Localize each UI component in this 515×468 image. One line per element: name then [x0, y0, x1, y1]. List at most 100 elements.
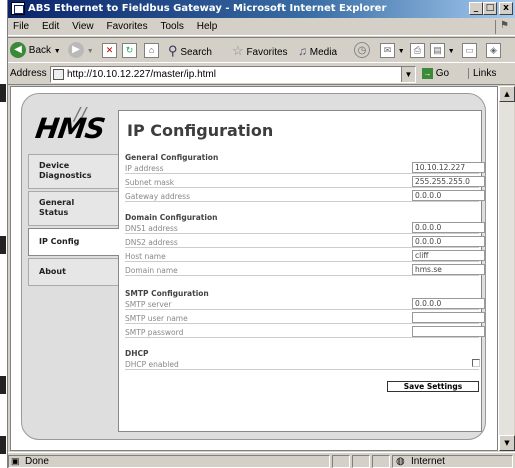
nav-general-status[interactable]: General Status [28, 191, 118, 226]
dns2-input[interactable]: 0.0.0.0 [412, 236, 485, 247]
status-bar: ▣ Done ◍ Internet [8, 452, 515, 468]
ip-address-input[interactable]: 10.10.12.227 [412, 162, 485, 173]
smtp-password-label: SMTP password [125, 328, 184, 337]
go-button[interactable]: → Go [422, 68, 449, 79]
discuss-icon: ▭ [462, 42, 477, 58]
menu-view[interactable]: View [67, 19, 99, 32]
address-url: http://10.10.12.227/master/ip.html [67, 69, 216, 80]
subnet-mask-input[interactable]: 255.255.255.0 [412, 176, 485, 187]
vertical-scrollbar[interactable]: ▲ ▼ [498, 86, 515, 451]
domain-name-label: Domain name [125, 266, 178, 275]
links-label: Links [473, 68, 497, 79]
nav-device-diagnostics[interactable]: Device Diagnostics [28, 154, 118, 189]
dns1-input[interactable]: 0.0.0.0 [412, 222, 485, 233]
forward-dropdown-icon[interactable]: ▼ [87, 48, 94, 55]
general-config-heading: General Configuration [125, 153, 219, 162]
page-content: // HMS Device Diagnostics General Status… [10, 86, 498, 451]
search-label: Search [180, 47, 212, 58]
mail-button[interactable]: ✉ ▼ [380, 42, 405, 60]
nav-sidebar: Device Diagnostics General Status IP Con… [28, 154, 119, 288]
status-panel-3 [372, 455, 390, 468]
print-icon: ⎙ [410, 42, 425, 58]
config-form: IP Configuration General Configuration I… [118, 110, 485, 432]
domain-name-input[interactable]: hms.se [412, 264, 485, 275]
gateway-panel: // HMS Device Diagnostics General Status… [21, 93, 486, 440]
forward-arrow-icon: ▶ [68, 42, 84, 59]
favorites-button[interactable]: ☆ Favorites [232, 42, 288, 60]
go-label: Go [435, 68, 450, 79]
history-icon: ◷ [354, 42, 370, 59]
home-icon: ⌂ [144, 42, 159, 58]
messenger-icon: ◈ [486, 42, 501, 58]
menu-file[interactable]: File [8, 19, 34, 32]
refresh-button[interactable]: ↻ [122, 42, 137, 60]
title-bar[interactable]: ABS Ethernet to Fieldbus Gateway - Micro… [8, 0, 515, 18]
edit-dropdown-icon[interactable]: ▼ [448, 48, 455, 55]
media-button[interactable]: ♫ Media [298, 42, 337, 60]
mail-icon: ✉ [380, 42, 395, 58]
domain-name-row: Domain name hms.se [125, 264, 485, 276]
mail-dropdown-icon[interactable]: ▼ [398, 48, 405, 55]
address-dropdown-icon[interactable]: ▼ [401, 67, 415, 82]
menu-favorites[interactable]: Favorites [101, 19, 152, 32]
menu-bar: File Edit View Favorites Tools Help ⚑ [8, 19, 515, 36]
smtp-password-row: SMTP password [125, 326, 485, 338]
ip-address-label: IP address [125, 164, 164, 173]
search-button[interactable]: ⚲ Search [168, 42, 212, 60]
save-settings-button[interactable]: Save Settings [387, 381, 479, 392]
go-arrow-icon: → [422, 68, 433, 79]
ie-window-icon[interactable] [11, 2, 25, 15]
media-icon: ♫ [298, 44, 307, 58]
host-name-label: Host name [125, 252, 166, 261]
status-panel-1 [332, 455, 350, 468]
smtp-user-row: SMTP user name [125, 312, 485, 324]
smtp-server-label: SMTP server [125, 300, 172, 309]
smtp-user-label: SMTP user name [125, 314, 188, 323]
back-label: Back [28, 45, 52, 56]
links-button[interactable]: Links [468, 68, 496, 79]
subnet-mask-row: Subnet mask 255.255.255.0 [125, 176, 485, 188]
favorites-star-icon: ☆ [232, 43, 244, 58]
nav-ip-config[interactable]: IP Config [28, 228, 119, 256]
back-button[interactable]: ◀ Back ▼ [10, 42, 61, 60]
print-button[interactable]: ⎙ [410, 42, 425, 60]
desktop-edge [0, 0, 8, 468]
home-button[interactable]: ⌂ [144, 42, 159, 60]
minimize-button[interactable]: _ [469, 2, 483, 15]
search-icon: ⚲ [168, 43, 178, 58]
stop-button[interactable]: ✕ [102, 42, 117, 60]
forward-button[interactable]: ▶ ▼ [68, 42, 94, 60]
menu-edit[interactable]: Edit [37, 19, 64, 32]
dns1-row: DNS1 address 0.0.0.0 [125, 222, 485, 234]
menu-help[interactable]: Help [192, 19, 223, 32]
edit-button[interactable]: ▤ ▼ [430, 42, 455, 60]
messenger-button[interactable]: ◈ [486, 42, 501, 60]
menu-tools[interactable]: Tools [155, 19, 188, 32]
smtp-password-input[interactable] [412, 326, 485, 337]
nav-about[interactable]: About [28, 258, 118, 286]
dns1-label: DNS1 address [125, 224, 178, 233]
back-dropdown-icon[interactable]: ▼ [54, 48, 61, 55]
scroll-down-icon[interactable]: ▼ [499, 435, 515, 451]
dns2-label: DNS2 address [125, 238, 178, 247]
smtp-user-input[interactable] [412, 312, 485, 323]
dhcp-enabled-checkbox[interactable] [472, 359, 480, 367]
logo-text: HMS [33, 112, 107, 145]
scroll-up-icon[interactable]: ▲ [499, 86, 515, 102]
address-label: Address [10, 68, 47, 79]
status-text: Done [25, 456, 49, 467]
page-icon [53, 69, 64, 80]
history-button[interactable]: ◷ [354, 42, 370, 60]
refresh-icon: ↻ [122, 42, 137, 58]
smtp-server-input[interactable]: 0.0.0.0 [412, 298, 485, 309]
host-name-input[interactable]: cliff [412, 250, 485, 261]
discuss-button[interactable]: ▭ [462, 42, 477, 60]
maximize-button[interactable]: □ [483, 2, 497, 15]
zone-label: Internet [411, 456, 445, 467]
gateway-address-row: Gateway address 0.0.0.0 [125, 190, 485, 202]
window-title: ABS Ethernet to Fieldbus Gateway - Micro… [28, 3, 387, 14]
windows-logo-icon: ⚑ [495, 20, 513, 34]
address-input[interactable]: http://10.10.12.227/master/ip.html ▼ [50, 66, 416, 83]
close-button[interactable]: x [499, 2, 513, 15]
gateway-address-input[interactable]: 0.0.0.0 [412, 190, 485, 201]
